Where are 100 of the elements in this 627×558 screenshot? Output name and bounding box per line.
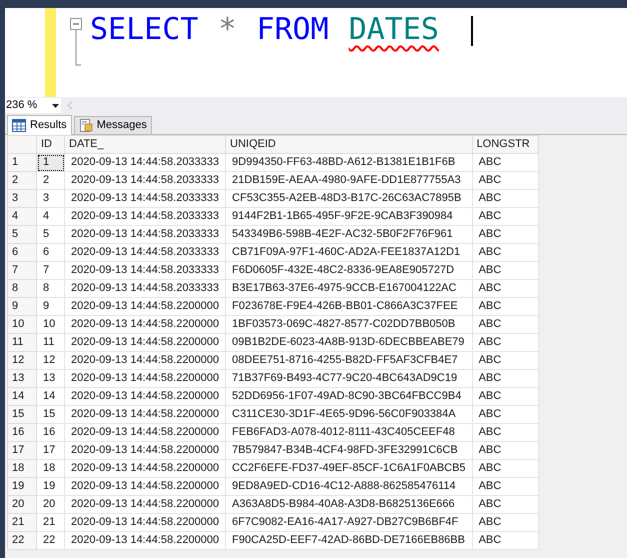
row-header[interactable]: 15: [8, 406, 36, 424]
table-cell[interactable]: CF53C355-A2EB-48D3-B17C-26C63AC7895B: [226, 190, 472, 208]
table-cell[interactable]: 19: [36, 478, 64, 496]
table-cell[interactable]: ABC: [472, 334, 538, 352]
row-header[interactable]: 1: [8, 154, 36, 172]
table-cell[interactable]: 6: [36, 244, 64, 262]
table-cell[interactable]: ABC: [472, 388, 538, 406]
table-cell[interactable]: 2020-09-13 14:44:58.2200000: [64, 316, 226, 334]
table-cell[interactable]: 2020-09-13 14:44:58.2200000: [64, 334, 226, 352]
table-cell[interactable]: 15: [36, 406, 64, 424]
table-cell[interactable]: 7: [36, 262, 64, 280]
table-cell[interactable]: ABC: [472, 460, 538, 478]
table-cell[interactable]: 2020-09-13 14:44:58.2200000: [64, 370, 226, 388]
row-header[interactable]: 22: [8, 532, 36, 550]
table-cell[interactable]: 3: [36, 190, 64, 208]
table-cell[interactable]: ABC: [472, 208, 538, 226]
table-cell[interactable]: 2020-09-13 14:44:58.2033333: [64, 154, 226, 172]
table-cell[interactable]: CB71F09A-97F1-460C-AD2A-FEE1837A12D1: [226, 244, 472, 262]
row-header[interactable]: 8: [8, 280, 36, 298]
collapse-icon[interactable]: [70, 18, 82, 66]
table-cell[interactable]: 2020-09-13 14:44:58.2200000: [64, 406, 226, 424]
table-cell[interactable]: 2: [36, 172, 64, 190]
table-cell[interactable]: 2020-09-13 14:44:58.2200000: [64, 496, 226, 514]
row-header[interactable]: 21: [8, 514, 36, 532]
table-cell[interactable]: 2020-09-13 14:44:58.2200000: [64, 424, 226, 442]
table-cell[interactable]: 2020-09-13 14:44:58.2033333: [64, 262, 226, 280]
table-cell[interactable]: 11: [36, 334, 64, 352]
row-header[interactable]: 16: [8, 424, 36, 442]
table-cell[interactable]: 2020-09-13 14:44:58.2033333: [64, 226, 226, 244]
table-cell[interactable]: 1BF03573-069C-4827-8577-C02DD7BB050B: [226, 316, 472, 334]
table-cell[interactable]: 2020-09-13 14:44:58.2200000: [64, 460, 226, 478]
table-cell[interactable]: 13: [36, 370, 64, 388]
row-header[interactable]: 2: [8, 172, 36, 190]
row-header[interactable]: 18: [8, 460, 36, 478]
table-cell[interactable]: 4: [36, 208, 64, 226]
table-cell[interactable]: 09B1B2DE-6023-4A8B-913D-6DECBBEABE79: [226, 334, 472, 352]
column-header[interactable]: DATE_: [64, 136, 226, 154]
table-cell[interactable]: 21: [36, 514, 64, 532]
table-cell[interactable]: 2020-09-13 14:44:58.2200000: [64, 478, 226, 496]
table-cell[interactable]: 2020-09-13 14:44:58.2033333: [64, 208, 226, 226]
table-cell[interactable]: ABC: [472, 496, 538, 514]
table-cell[interactable]: 9ED8A9ED-CD16-4C12-A888-862585476114: [226, 478, 472, 496]
table-cell[interactable]: F90CA25D-EEF7-42AD-86BD-DE7166EB86BB: [226, 532, 472, 550]
table-cell[interactable]: ABC: [472, 154, 538, 172]
table-cell[interactable]: 2020-09-13 14:44:58.2200000: [64, 298, 226, 316]
row-header[interactable]: 10: [8, 316, 36, 334]
table-cell[interactable]: 5: [36, 226, 64, 244]
table-cell[interactable]: ABC: [472, 190, 538, 208]
row-header[interactable]: 13: [8, 370, 36, 388]
table-cell[interactable]: 52DD6956-1F07-49AD-8C90-3BC64FBCC9B4: [226, 388, 472, 406]
table-cell[interactable]: F023678E-F9E4-426B-BB01-C866A3C37FEE: [226, 298, 472, 316]
table-cell[interactable]: ABC: [472, 406, 538, 424]
table-cell[interactable]: ABC: [472, 370, 538, 388]
table-cell[interactable]: ABC: [472, 442, 538, 460]
row-header[interactable]: 12: [8, 352, 36, 370]
row-header[interactable]: 11: [8, 334, 36, 352]
table-cell[interactable]: ABC: [472, 172, 538, 190]
table-cell[interactable]: CC2F6EFE-FD37-49EF-85CF-1C6A1F0ABCB5: [226, 460, 472, 478]
table-cell[interactable]: ABC: [472, 298, 538, 316]
row-header[interactable]: 19: [8, 478, 36, 496]
table-cell[interactable]: ABC: [472, 226, 538, 244]
table-cell[interactable]: 6F7C9082-EA16-4A17-A927-DB27C9B6BF4F: [226, 514, 472, 532]
column-header[interactable]: LONGSTR: [472, 136, 538, 154]
table-cell[interactable]: 22: [36, 532, 64, 550]
table-cell[interactable]: ABC: [472, 514, 538, 532]
table-cell[interactable]: 17: [36, 442, 64, 460]
table-cell[interactable]: 9: [36, 298, 64, 316]
row-header[interactable]: 5: [8, 226, 36, 244]
table-cell[interactable]: FEB6FAD3-A078-4012-8111-43C405CEEF48: [226, 424, 472, 442]
row-header[interactable]: 6: [8, 244, 36, 262]
table-cell[interactable]: A363A8D5-B984-40A8-A3D8-B6825136E666: [226, 496, 472, 514]
table-cell[interactable]: ABC: [472, 532, 538, 550]
row-header[interactable]: 3: [8, 190, 36, 208]
table-cell[interactable]: 20: [36, 496, 64, 514]
table-cell[interactable]: 18: [36, 460, 64, 478]
row-header[interactable]: 14: [8, 388, 36, 406]
table-cell[interactable]: 2020-09-13 14:44:58.2033333: [64, 190, 226, 208]
table-cell[interactable]: 2020-09-13 14:44:58.2200000: [64, 388, 226, 406]
table-cell[interactable]: ABC: [472, 262, 538, 280]
table-cell[interactable]: 8: [36, 280, 64, 298]
table-cell[interactable]: 71B37F69-B493-4C77-9C20-4BC643AD9C19: [226, 370, 472, 388]
column-header[interactable]: UNIQEID: [226, 136, 472, 154]
table-cell[interactable]: ABC: [472, 424, 538, 442]
row-header[interactable]: 4: [8, 208, 36, 226]
table-cell[interactable]: F6D0605F-432E-48C2-8336-9EA8E905727D: [226, 262, 472, 280]
row-header[interactable]: 7: [8, 262, 36, 280]
row-header[interactable]: 20: [8, 496, 36, 514]
results-tab[interactable]: Results: [7, 115, 72, 135]
table-cell[interactable]: ABC: [472, 244, 538, 262]
table-cell[interactable]: 9D994350-FF63-48BD-A612-B1381E1B1F6B: [226, 154, 472, 172]
table-cell[interactable]: 1: [36, 154, 64, 172]
table-cell[interactable]: ABC: [472, 316, 538, 334]
table-cell[interactable]: 12: [36, 352, 64, 370]
table-cell[interactable]: ABC: [472, 478, 538, 496]
table-cell[interactable]: 2020-09-13 14:44:58.2200000: [64, 442, 226, 460]
messages-tab[interactable]: Messages: [74, 116, 152, 134]
table-cell[interactable]: 2020-09-13 14:44:58.2033333: [64, 172, 226, 190]
table-cell[interactable]: 10: [36, 316, 64, 334]
table-cell[interactable]: 16: [36, 424, 64, 442]
table-cell[interactable]: 2020-09-13 14:44:58.2200000: [64, 352, 226, 370]
